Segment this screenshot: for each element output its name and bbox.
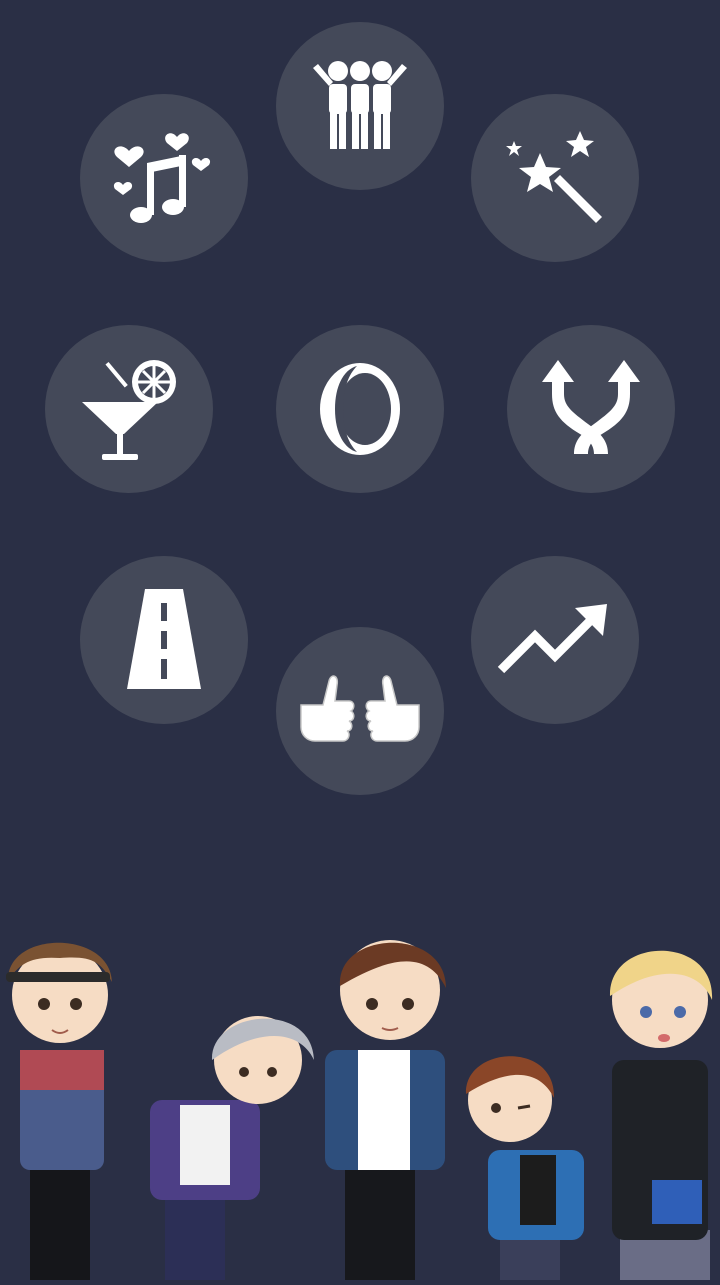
- people-button[interactable]: [276, 22, 444, 190]
- trending-up-arrow-icon: [495, 600, 615, 680]
- thumbs-button[interactable]: [276, 627, 444, 795]
- ring-icon: [305, 354, 415, 464]
- band-member-5: [609, 950, 713, 1280]
- magic-wand-stars-icon: [500, 123, 610, 233]
- trend-button[interactable]: [471, 556, 639, 724]
- crossing-arrows-icon: [536, 354, 646, 464]
- road-icon: [109, 585, 219, 695]
- music-note-hearts-icon: [109, 123, 219, 233]
- band-member-2: [150, 1016, 314, 1280]
- road-button[interactable]: [80, 556, 248, 724]
- band-member-4: [465, 1056, 584, 1280]
- ring-button[interactable]: [276, 325, 444, 493]
- music-button[interactable]: [80, 94, 248, 262]
- cocktail-glass-icon: [74, 354, 184, 464]
- chibi-band-illustration: [0, 900, 720, 1280]
- band-member-1: [6, 942, 112, 1280]
- group-of-people-icon: [305, 56, 415, 156]
- two-thumbs-up-icon: [295, 671, 425, 751]
- magic-button[interactable]: [471, 94, 639, 262]
- cocktail-button[interactable]: [45, 325, 213, 493]
- crossing-button[interactable]: [507, 325, 675, 493]
- band-member-3: [325, 940, 446, 1280]
